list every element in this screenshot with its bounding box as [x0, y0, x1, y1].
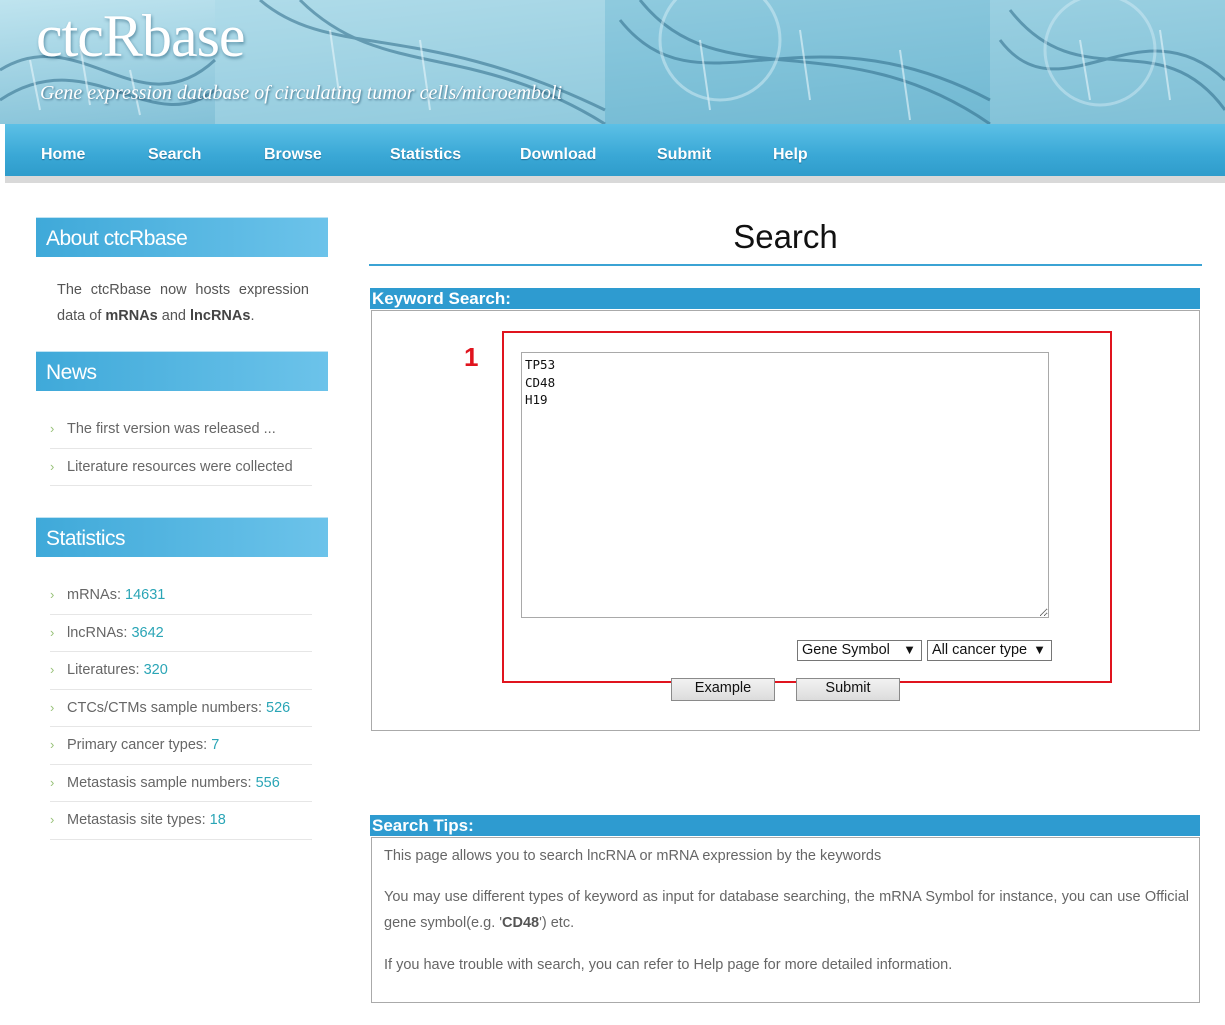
chevron-right-icon: › [50, 774, 55, 790]
news-item[interactable]: › Literature resources were collected [50, 449, 312, 486]
tip-paragraph: You may use different types of keyword a… [384, 889, 1189, 931]
about-text: The ctcRbase now hosts expression data o… [57, 282, 309, 324]
chevron-right-icon: › [50, 699, 55, 715]
site-logo[interactable]: ctcRbase [36, 2, 246, 71]
main-nav: Home Search Browse Statistics Download S… [5, 124, 1225, 183]
header-banner: ctcRbase Gene expression database of cir… [0, 0, 1225, 124]
tip-paragraph: If you have trouble with search, you can… [384, 957, 953, 973]
news-item[interactable]: › The first version was released ... [50, 411, 312, 449]
search-tips-heading: Search Tips: [370, 815, 1200, 836]
nav-download[interactable]: Download [520, 146, 596, 164]
stat-item: › Literatures: 320 [50, 652, 312, 690]
chevron-right-icon: › [50, 458, 55, 474]
annotation-highlight-box [502, 331, 1112, 683]
nav-help[interactable]: Help [773, 146, 808, 164]
stat-item: › Primary cancer types: 7 [50, 727, 312, 765]
stat-item: › mRNAs: 14631 [50, 577, 312, 615]
nav-search[interactable]: Search [148, 146, 201, 164]
page-title: Search [733, 218, 838, 255]
tip-paragraph: This page allows you to search lncRNA or… [384, 848, 882, 864]
chevron-right-icon: › [50, 421, 55, 436]
nav-submit[interactable]: Submit [657, 146, 711, 164]
title-divider [369, 264, 1202, 266]
chevron-right-icon: › [50, 587, 55, 602]
about-heading: About ctcRbase [36, 217, 328, 257]
chevron-right-icon: › [50, 624, 55, 640]
statistics-heading: Statistics [36, 517, 328, 557]
nav-home[interactable]: Home [41, 146, 85, 164]
stat-item: › Metastasis site types: 18 [50, 802, 312, 840]
submit-button[interactable]: Submit [796, 678, 900, 701]
news-list: › The first version was released ... › Lit… [50, 411, 312, 486]
nav-statistics[interactable]: Statistics [390, 146, 461, 164]
stat-item: › Metastasis sample numbers: 556 [50, 765, 312, 802]
news-heading: News [36, 351, 328, 391]
site-tagline: Gene expression database of circulating … [40, 82, 563, 104]
chevron-right-icon: › [50, 662, 55, 677]
chevron-right-icon: › [50, 812, 55, 827]
nav-browse[interactable]: Browse [264, 146, 322, 164]
stat-item: › lncRNAs: 3642 [50, 615, 312, 652]
chevron-right-icon: › [50, 737, 55, 752]
keyword-search-heading: Keyword Search: [370, 288, 1200, 309]
stat-item: › CTCs/CTMs sample numbers: 526 [50, 690, 312, 727]
annotation-number: 1 [464, 342, 479, 372]
example-button[interactable]: Example [671, 678, 775, 701]
statistics-list: › mRNAs: 14631 › lncRNAs: 3642 › Literature… [50, 577, 312, 840]
